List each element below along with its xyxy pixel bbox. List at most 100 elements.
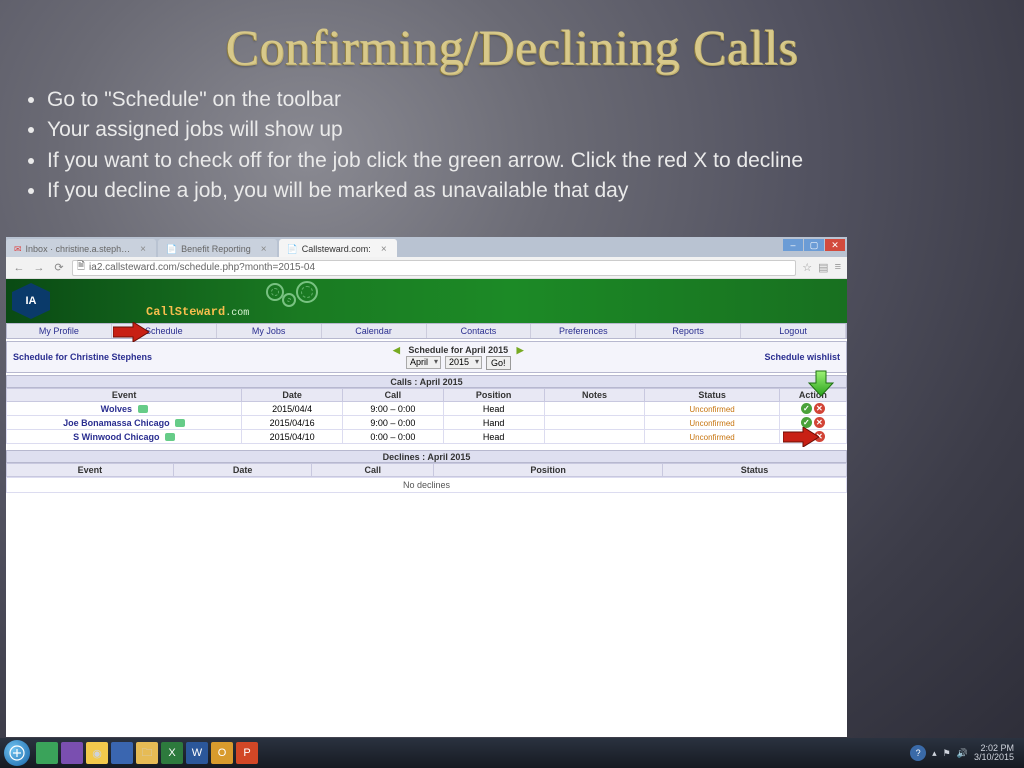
minimize-button[interactable]: – <box>783 239 803 251</box>
nav-my-profile[interactable]: My Profile <box>7 324 112 338</box>
union-crest-icon: IA <box>12 283 50 319</box>
taskbar-outlook-icon[interactable]: O <box>211 742 233 764</box>
start-button[interactable] <box>4 740 30 766</box>
col-call: Call <box>312 464 434 477</box>
site-banner: IA CallSteward.com <box>6 279 847 323</box>
taskbar-clock[interactable]: 2:02 PM 3/10/2015 <box>974 744 1014 762</box>
schedule-wishlist-link[interactable]: Schedule wishlist <box>764 352 840 362</box>
close-button[interactable]: ✕ <box>825 239 845 251</box>
taskbar-powerpoint-icon[interactable]: P <box>236 742 258 764</box>
table-row: Joe Bonamassa Chicago 2015/04/169:00 – 0… <box>7 416 847 430</box>
page-icon: 🗎 <box>77 259 85 276</box>
browser-window: – ▢ ✕ ✉Inbox · christine.a.steph…× 📄Bene… <box>6 237 847 737</box>
cell-action: ✓✕ <box>779 402 846 416</box>
cell-call: 9:00 – 0:00 <box>342 402 443 416</box>
reload-button[interactable]: ⟳ <box>52 261 66 275</box>
menu-icon[interactable]: ≡ <box>835 261 841 274</box>
close-icon[interactable]: × <box>140 244 146 255</box>
taskbar-app-icon[interactable] <box>111 742 133 764</box>
decline-button[interactable]: ✕ <box>814 403 825 414</box>
tab-label: Inbox · christine.a.steph… <box>26 244 131 254</box>
declines-section-title: Declines : April 2015 <box>6 450 847 463</box>
gear-icon <box>282 293 296 307</box>
slide-title: Confirming/Declining Calls <box>0 0 1024 76</box>
go-button[interactable]: Go! <box>486 356 511 370</box>
cell-call: 0:00 – 0:00 <box>342 430 443 444</box>
bullet: Go to "Schedule" on the toolbar <box>47 86 999 114</box>
address-bar: ← → ⟳ 🗎ia2.callsteward.com/schedule.php?… <box>6 257 847 279</box>
chat-icon[interactable] <box>165 433 175 441</box>
volume-icon[interactable]: 🔊 <box>957 748 968 759</box>
flag-icon[interactable]: ⚑ <box>943 748 951 759</box>
cell-event[interactable]: Joe Bonamassa Chicago <box>7 416 242 430</box>
taskbar-app-icon[interactable] <box>36 742 58 764</box>
taskbar-folder-icon[interactable]: 🗀 <box>136 742 158 764</box>
taskbar-excel-icon[interactable]: X <box>161 742 183 764</box>
bullet: If you want to check off for the job cli… <box>47 147 999 175</box>
tab-label: Callsteward.com: <box>302 244 371 254</box>
col-event: Event <box>7 389 242 402</box>
col-status: Status <box>645 389 779 402</box>
back-button[interactable]: ← <box>12 261 26 275</box>
table-row: S Winwood Chicago 2015/04/100:00 – 0:00H… <box>7 430 847 444</box>
col-date: Date <box>173 464 312 477</box>
nav-calendar[interactable]: Calendar <box>322 324 427 338</box>
forward-button[interactable]: → <box>32 261 46 275</box>
maximize-button[interactable]: ▢ <box>804 239 824 251</box>
cell-event[interactable]: Wolves <box>7 402 242 416</box>
cell-date: 2015/04/4 <box>242 402 343 416</box>
schedule-user-label: Schedule for Christine Stephens <box>13 352 152 362</box>
browser-tab[interactable]: ✉Inbox · christine.a.steph…× <box>6 239 156 257</box>
star-icon[interactable]: ☆ <box>802 261 812 274</box>
page-icon: 📄 <box>287 244 298 255</box>
red-arrow-indicator <box>113 322 149 342</box>
month-select[interactable]: April <box>406 356 441 369</box>
col-position: Position <box>443 389 544 402</box>
url-input[interactable]: 🗎ia2.callsteward.com/schedule.php?month=… <box>72 260 796 276</box>
taskbar-app-icon[interactable] <box>61 742 83 764</box>
cell-date: 2015/04/16 <box>242 416 343 430</box>
nav-preferences[interactable]: Preferences <box>531 324 636 338</box>
tab-strip: ✉Inbox · christine.a.steph…× 📄Benefit Re… <box>6 237 847 257</box>
col-notes: Notes <box>544 389 645 402</box>
clock-date: 3/10/2015 <box>974 753 1014 762</box>
close-icon[interactable]: × <box>261 244 267 255</box>
col-status: Status <box>663 464 847 477</box>
chat-icon[interactable] <box>138 405 148 413</box>
nav-contacts[interactable]: Contacts <box>427 324 532 338</box>
help-icon[interactable]: ? <box>910 745 926 761</box>
cell-notes <box>544 416 645 430</box>
red-arrow-indicator <box>783 427 819 447</box>
nav-my-jobs[interactable]: My Jobs <box>217 324 322 338</box>
nav-reports[interactable]: Reports <box>636 324 741 338</box>
cell-notes <box>544 402 645 416</box>
table-header-row: Event Date Call Position Status <box>7 464 847 477</box>
close-icon[interactable]: × <box>381 244 387 255</box>
browser-tab[interactable]: 📄Benefit Reporting× <box>158 239 277 257</box>
bullet: If you decline a job, you will be marked… <box>47 177 999 205</box>
next-month-icon[interactable]: ▶ <box>517 345 524 355</box>
chevron-up-icon[interactable]: ▴ <box>932 748 937 759</box>
year-select[interactable]: 2015 <box>445 356 482 369</box>
drawer-icon[interactable]: ▤ <box>818 261 828 274</box>
main-nav: My Profile Schedule My Jobs Calendar Con… <box>6 323 847 339</box>
cell-status: Unconfirmed <box>645 402 779 416</box>
taskbar-chrome-icon[interactable]: ◉ <box>86 742 108 764</box>
chat-icon[interactable] <box>175 419 185 427</box>
declines-empty: No declines <box>6 477 847 493</box>
calls-table: Event Date Call Position Notes Status Ac… <box>6 388 847 444</box>
schedule-title: Schedule for April 2015 <box>408 345 508 355</box>
taskbar-word-icon[interactable]: W <box>186 742 208 764</box>
col-event: Event <box>7 464 174 477</box>
cell-notes <box>544 430 645 444</box>
system-tray: ? ▴ ⚑ 🔊 2:02 PM 3/10/2015 <box>910 744 1020 762</box>
prev-month-icon[interactable]: ◀ <box>393 345 400 355</box>
nav-logout[interactable]: Logout <box>741 324 846 338</box>
confirm-button[interactable]: ✓ <box>801 403 812 414</box>
browser-tab-active[interactable]: 📄 Callsteward.com: × <box>279 239 397 257</box>
calls-section-title: Calls : April 2015 <box>6 375 847 388</box>
cell-event[interactable]: S Winwood Chicago <box>7 430 242 444</box>
table-header-row: Event Date Call Position Notes Status Ac… <box>7 389 847 402</box>
cell-position: Head <box>443 402 544 416</box>
page-icon: 📄 <box>166 244 177 255</box>
